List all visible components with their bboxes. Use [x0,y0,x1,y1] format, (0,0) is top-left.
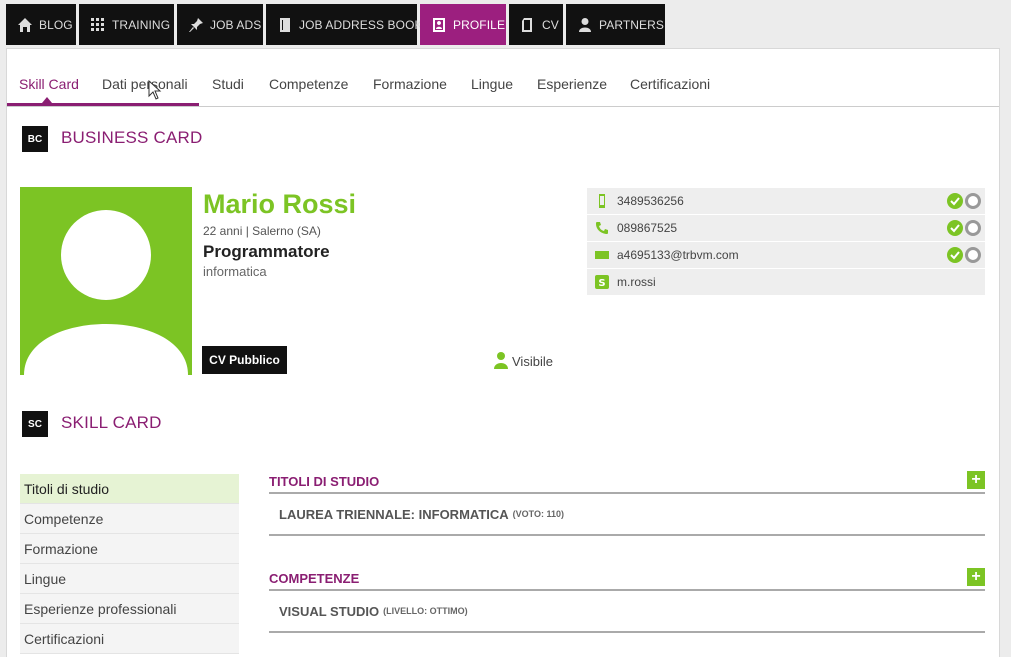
person-icon [579,17,591,32]
mouse-cursor-icon [148,80,162,100]
avatar-silhouette-icon [24,210,188,375]
contact-mobile-value: 3489536256 [617,194,684,208]
contact-phone-status [947,220,981,236]
entry-title: LAUREA TRIENNALE: INFORMATICA [279,506,509,522]
nav-training-label: TRAINING [112,17,171,32]
skill-menu-formazione[interactable]: Formazione [20,534,239,564]
visibility-label: Visibile [512,354,553,369]
contact-row-skype: S m.rossi [587,269,985,295]
verified-check-icon [947,247,963,263]
profile-icon [433,17,445,32]
tab-skill-card[interactable]: Skill Card [19,76,79,92]
tab-formazione[interactable]: Formazione [373,76,447,92]
nav-job-address-book-button[interactable]: JOB ADDRESS BOOK [266,4,423,45]
tab-esperienze[interactable]: Esperienze [537,76,607,92]
contact-email-status [947,247,981,263]
nav-partners-button[interactable]: PARTNERS [566,4,665,45]
nav-job-ads-button[interactable]: JOB ADS [177,4,263,45]
nav-profile-button[interactable]: PROFILE [420,4,506,45]
nav-cv-button[interactable]: CV [509,4,563,45]
grid-icon [91,17,104,31]
contact-list: 3489536256 089867525 a4695133@trbvm.com … [587,188,985,296]
contact-skype-value: m.rossi [617,275,656,289]
phone-icon [596,222,608,234]
profile-name: Mario Rossi [203,189,357,219]
tab-lingue[interactable]: Lingue [471,76,513,92]
verified-check-icon [947,220,963,236]
skill-card-title: SKILL CARD [61,413,162,432]
contact-mobile-status [947,193,981,209]
active-tab-caret [42,97,52,103]
skill-card-badge: SC [22,411,48,437]
nav-partners-label: PARTNERS [599,17,665,32]
business-card-badge: BC [22,126,48,152]
contact-row-phone: 089867525 [587,215,985,241]
document-icon [522,17,532,32]
visibility-off-icon[interactable] [965,193,981,209]
mobile-icon [599,194,605,208]
svg-text:S: S [598,278,605,289]
profile-photo-placeholder [20,187,192,375]
entry-note: (LIVELLO: OTTIMO) [383,606,468,616]
cv-pubblico-button[interactable]: CV Pubblico [202,346,287,374]
contact-row-mobile: 3489536256 [587,188,985,214]
nav-blog-button[interactable]: BLOG [6,4,76,45]
section-title: COMPETENZE [269,570,360,586]
skill-section-titoli-di-studio: TITOLI DI STUDIO + LAUREA TRIENNALE: INF… [269,470,985,536]
nav-profile-label: PROFILE [453,17,506,32]
home-icon [18,17,32,32]
top-navigation: BLOG TRAINING JOB ADS JOB ADDRESS BOOK P… [6,4,668,45]
section-header: COMPETENZE + [269,567,985,591]
entry-note: (VOTO: 110) [512,509,565,519]
skill-card-menu: Titoli di studio Competenze Formazione L… [20,474,239,654]
skype-icon: S [595,275,609,289]
contact-email-value: a4695133@trbvm.com [617,248,739,262]
nav-cv-label: CV [542,17,559,32]
section-entry: LAUREA TRIENNALE: INFORMATICA (VOTO: 110… [269,494,985,536]
profile-tabs: Skill Card Dati personali Studi Competen… [7,49,999,107]
profile-panel: Skill Card Dati personali Studi Competen… [6,48,1000,657]
tab-competenze[interactable]: Competenze [269,76,348,92]
tab-certificazioni[interactable]: Certificazioni [630,76,710,92]
contact-row-email: a4695133@trbvm.com [587,242,985,268]
nav-job-address-book-label: JOB ADDRESS BOOK [299,17,423,32]
tab-studi[interactable]: Studi [212,76,244,92]
verified-check-icon [947,193,963,209]
book-icon [280,17,290,32]
add-titolo-plus-icon[interactable]: + [967,471,985,489]
visibility-off-icon[interactable] [965,220,981,236]
email-icon [595,251,609,259]
skill-menu-certificazioni[interactable]: Certificazioni [20,624,239,654]
profile-field: informatica [203,264,267,279]
nav-blog-label: BLOG [39,17,73,32]
section-header: TITOLI DI STUDIO + [269,470,985,494]
profile-age-location: 22 anni | Salerno (SA) [203,224,321,238]
skill-menu-competenze[interactable]: Competenze [20,504,239,534]
visibility-toggle[interactable]: Visibile [493,351,553,369]
skill-menu-esperienze-professionali[interactable]: Esperienze professionali [20,594,239,624]
section-title: TITOLI DI STUDIO [269,473,380,489]
entry-title: VISUAL STUDIO [279,603,380,619]
nav-training-button[interactable]: TRAINING [79,4,174,45]
visibility-off-icon[interactable] [965,247,981,263]
add-competenza-plus-icon[interactable]: + [967,568,985,586]
skill-menu-lingue[interactable]: Lingue [20,564,239,594]
active-tab-underline [7,103,199,106]
nav-job-ads-label: JOB ADS [210,17,262,32]
profile-job-title: Programmatore [203,242,330,261]
pin-icon [189,17,203,32]
tab-dati-personali[interactable]: Dati personali [102,76,188,92]
skill-menu-titoli-di-studio[interactable]: Titoli di studio [20,474,239,504]
skill-section-competenze: COMPETENZE + VISUAL STUDIO (LIVELLO: OTT… [269,567,985,633]
visibility-person-icon [494,352,508,369]
business-card-title: BUSINESS CARD [61,128,203,147]
section-entry: VISUAL STUDIO (LIVELLO: OTTIMO) [269,591,985,633]
contact-phone-value: 089867525 [617,221,678,235]
